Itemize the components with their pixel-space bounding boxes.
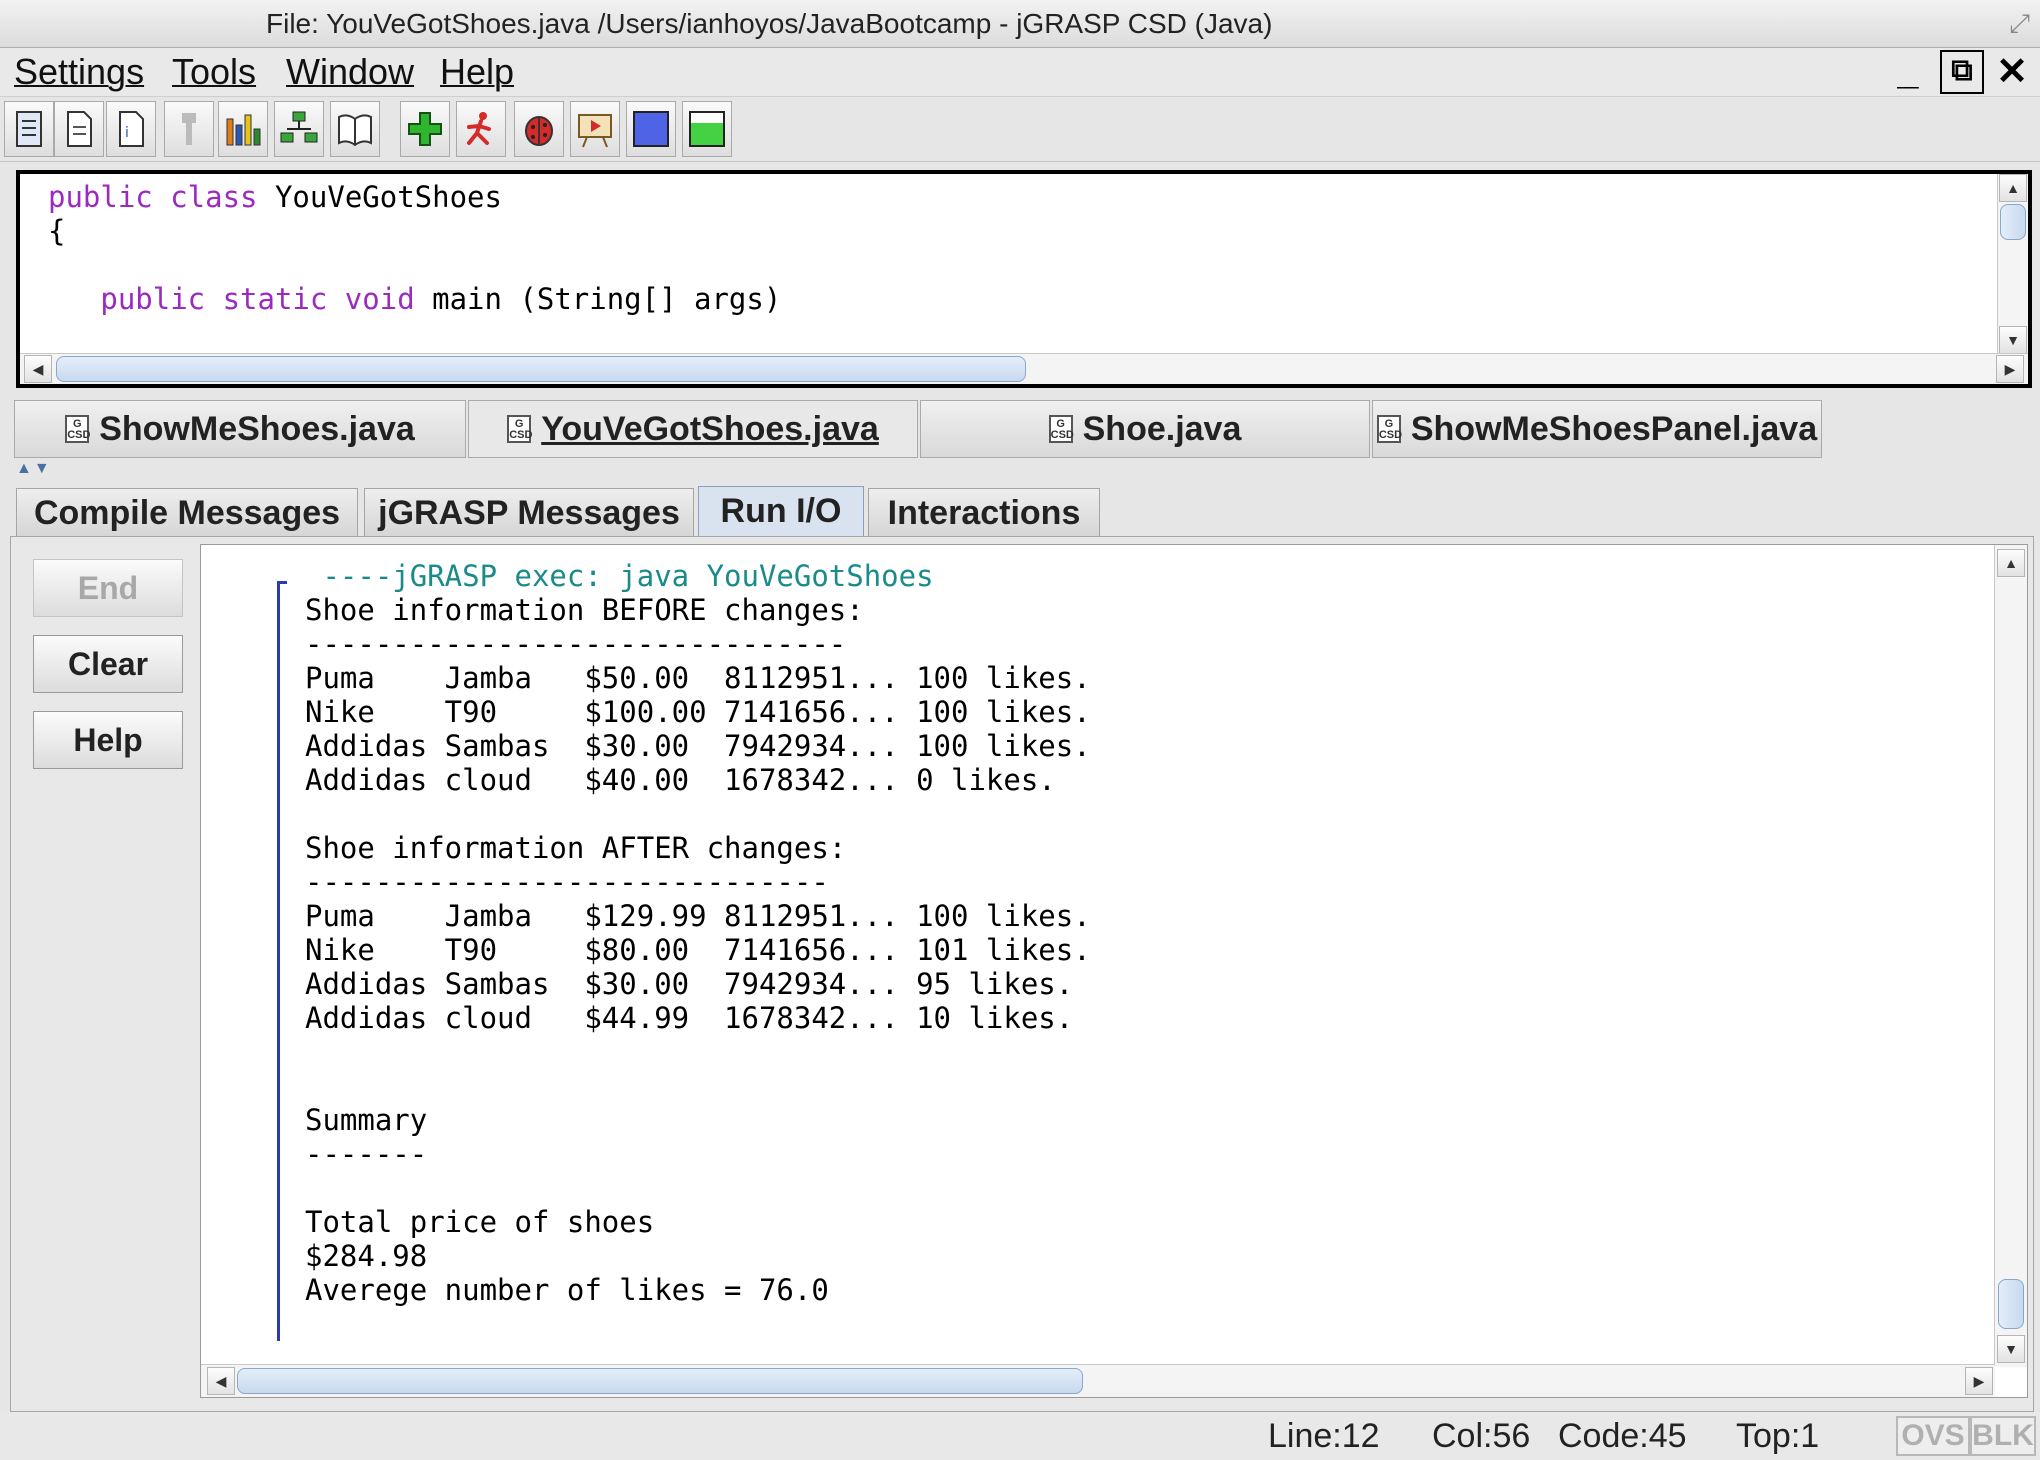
- green-window-icon[interactable]: [682, 101, 732, 157]
- output-line: $284.98: [305, 1239, 428, 1273]
- scroll-right-icon[interactable]: ▶: [1996, 355, 2024, 383]
- toolbar: i: [0, 96, 2040, 162]
- code-editor[interactable]: public class YouVeGotShoes{ public stati…: [16, 170, 2032, 388]
- output-line: Shoe information BEFORE changes:: [305, 593, 864, 627]
- scroll-left-icon[interactable]: ◀: [24, 355, 52, 383]
- output-line: Nike T90 $100.00 7141656... 100 likes.: [305, 695, 1091, 729]
- editor-hscroll-thumb[interactable]: [56, 356, 1026, 382]
- browse-icon[interactable]: [4, 101, 54, 157]
- java-file-icon: G CSD: [1376, 415, 1402, 443]
- java-file-icon: G CSD: [1048, 415, 1074, 443]
- output-line: Total price of shoes: [305, 1205, 655, 1239]
- menu-bar: Settings Tools Window Help: [0, 48, 2040, 96]
- help-button[interactable]: Help: [33, 711, 183, 769]
- run-icon[interactable]: [456, 101, 506, 157]
- split-pane-arrows-icon[interactable]: ▲▼: [16, 460, 52, 478]
- tab-interactions[interactable]: Interactions: [868, 488, 1100, 536]
- output-line: ------------------------------: [305, 865, 829, 899]
- status-line: Line:12: [1268, 1417, 1380, 1455]
- scroll-up-icon[interactable]: ▲: [1999, 174, 2027, 202]
- editor-horizontal-scrollbar[interactable]: ◀ ▶: [20, 353, 2028, 384]
- status-col: Col:56: [1432, 1417, 1531, 1455]
- clear-button[interactable]: Clear: [33, 635, 183, 693]
- scroll-down-icon[interactable]: ▼: [1997, 1335, 2025, 1363]
- uml-diagram-icon[interactable]: [274, 101, 324, 157]
- output-line: Puma Jamba $129.99 8112951... 100 likes.: [305, 899, 1091, 933]
- bar-chart-icon[interactable]: [218, 101, 268, 157]
- menu-help[interactable]: Help: [440, 48, 514, 96]
- status-top: Top:1: [1736, 1417, 1820, 1455]
- exec-line: ----jGRASP exec: java YouVeGotShoes: [305, 559, 934, 593]
- output-vertical-scrollbar[interactable]: ▲ ▼: [1994, 545, 2027, 1367]
- file-tab-youvegotshoes[interactable]: G CSD YouVeGotShoes.java: [468, 400, 918, 458]
- new-file-icon[interactable]: [54, 101, 104, 157]
- pin-icon[interactable]: [164, 101, 214, 157]
- end-button[interactable]: End: [33, 559, 183, 617]
- output-line: Addidas cloud $44.99 1678342... 10 likes…: [305, 1001, 1074, 1035]
- tab-jgrasp-messages[interactable]: jGRASP Messages: [364, 488, 694, 536]
- scroll-right-icon[interactable]: ▶: [1965, 1367, 1993, 1395]
- scroll-down-icon[interactable]: ▼: [1999, 326, 2027, 354]
- output-lines: Shoe information BEFORE changes: --------…: [305, 593, 1091, 1307]
- status-code: Code:45: [1558, 1417, 1687, 1455]
- output-bracket-line: [277, 581, 280, 1341]
- java-file-icon: G CSD: [507, 415, 532, 443]
- ovs-mode-indicator[interactable]: OVS: [1896, 1416, 1970, 1456]
- java-file-icon: G CSD: [65, 415, 90, 443]
- resize-corner-icon[interactable]: ⤢: [2009, 8, 2030, 40]
- restore-button[interactable]: ⧉: [1940, 50, 1984, 94]
- code-text[interactable]: public class YouVeGotShoes{ public stati…: [48, 180, 781, 316]
- output-horizontal-scrollbar[interactable]: ◀ ▶: [201, 1364, 1995, 1397]
- scroll-up-icon[interactable]: ▲: [1997, 549, 2025, 577]
- file-tab-showmeshoes[interactable]: G CSD ShowMeShoes.java: [14, 400, 466, 458]
- output-line: Puma Jamba $50.00 8112951... 100 likes.: [305, 661, 1091, 695]
- tab-compile-messages[interactable]: Compile Messages: [16, 488, 358, 536]
- editor-vscroll-thumb[interactable]: [2000, 204, 2026, 240]
- debug-icon[interactable]: [514, 101, 564, 157]
- run-applet-icon[interactable]: [570, 101, 620, 157]
- file-tabs: G CSD ShowMeShoes.java G CSD YouVeGotShoes…: [14, 400, 2034, 460]
- open-file-icon[interactable]: i: [106, 101, 156, 157]
- code-line: public class YouVeGotShoes: [48, 180, 502, 214]
- minimize-button[interactable]: _: [1886, 50, 1930, 94]
- status-bar: Line:12 Col:56 Code:45 Top:1 OVS BLK: [0, 1412, 2040, 1460]
- editor-vertical-scrollbar[interactable]: ▲ ▼: [1997, 174, 2028, 356]
- output-line: -------: [305, 1137, 428, 1171]
- scroll-left-icon[interactable]: ◀: [207, 1367, 235, 1395]
- file-tab-showmeshoespanel[interactable]: G CSD ShowMeShoesPanel.java: [1372, 400, 1822, 458]
- code-line: {: [48, 214, 66, 248]
- file-tab-shoe[interactable]: G CSD Shoe.java: [920, 400, 1370, 458]
- output-line: Addidas Sambas $30.00 7942934... 95 like…: [305, 967, 1074, 1001]
- run-io-output[interactable]: ----jGRASP exec: java YouVeGotShoes Shoe …: [200, 544, 2028, 1398]
- close-button[interactable]: ✕: [1990, 50, 2034, 94]
- menu-window[interactable]: Window: [286, 48, 414, 96]
- output-line: Nike T90 $80.00 7141656... 101 likes.: [305, 933, 1091, 967]
- window-title: File: YouVeGotShoes.java /Users/ianhoyos…: [266, 8, 1273, 39]
- svg-text:i: i: [125, 125, 129, 141]
- blue-square-icon[interactable]: [626, 101, 676, 157]
- output-line: Averege number of likes = 76.0: [305, 1273, 829, 1307]
- output-text[interactable]: ----jGRASP exec: java YouVeGotShoes Shoe …: [305, 559, 1091, 1307]
- tab-run-io[interactable]: Run I/O: [698, 486, 864, 538]
- book-icon[interactable]: [330, 101, 380, 157]
- output-line: Addidas cloud $40.00 1678342... 0 likes.: [305, 763, 1056, 797]
- output-line: -------------------------------: [305, 627, 847, 661]
- blk-mode-indicator[interactable]: BLK: [1970, 1416, 2036, 1456]
- output-line: Summary: [305, 1103, 428, 1137]
- menu-settings[interactable]: Settings: [14, 48, 144, 96]
- output-vscroll-thumb[interactable]: [1998, 1279, 2024, 1329]
- output-line: Addidas Sambas $30.00 7942934... 100 lik…: [305, 729, 1091, 763]
- window-title-bar: File: YouVeGotShoes.java /Users/ianhoyos…: [0, 0, 2040, 48]
- code-line: public static void main (String[] args): [48, 282, 782, 316]
- output-hscroll-thumb[interactable]: [237, 1368, 1083, 1394]
- compile-icon[interactable]: [400, 101, 450, 157]
- output-line: Shoe information AFTER changes:: [305, 831, 847, 865]
- output-bracket-tick: [277, 581, 287, 584]
- menu-tools[interactable]: Tools: [172, 48, 256, 96]
